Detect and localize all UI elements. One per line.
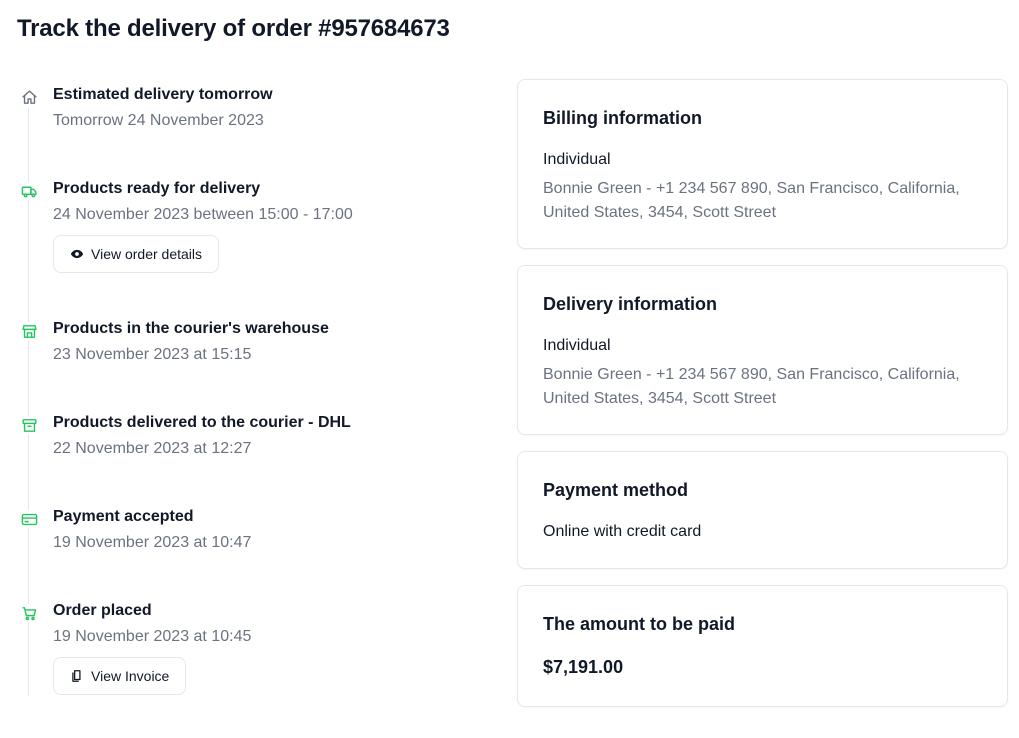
credit-card-icon (20, 510, 38, 528)
view-order-details-label: View order details (91, 246, 203, 262)
delivery-title: Delivery information (543, 294, 718, 314)
billing-details: Bonnie Green - +1 234 567 890, San Franc… (543, 180, 960, 221)
delivery-information-card: Delivery information Individual Bonnie G… (517, 265, 1008, 435)
amount-title: The amount to be paid (543, 614, 735, 634)
archive-box-icon (20, 416, 38, 434)
timeline-item-title: Payment accepted (53, 508, 194, 525)
timeline-item-date: 19 November 2023 at 10:47 (53, 534, 252, 551)
payment-method-card: Payment method Online with credit card (517, 451, 1008, 569)
truck-icon (20, 182, 38, 200)
timeline-item-title: Products delivered to the courier - DHL (53, 414, 351, 431)
timeline-item-title: Products in the courier's warehouse (53, 320, 329, 337)
timeline-item-date: 22 November 2023 at 12:27 (53, 440, 252, 457)
timeline-item-date: 23 November 2023 at 15:15 (53, 346, 252, 363)
timeline-item-date: 19 November 2023 at 10:45 (53, 628, 252, 645)
payment-method-value: Online with credit card (543, 523, 702, 540)
view-invoice-label: View Invoice (91, 668, 170, 684)
view-order-details-button[interactable]: View order details (53, 235, 220, 273)
timeline-item-title: Order placed (53, 602, 152, 619)
store-icon (20, 322, 38, 340)
amount-value: $7,191.00 (543, 657, 624, 677)
timeline-item-date: Tomorrow 24 November 2023 (53, 112, 264, 129)
billing-information-card: Billing information Individual Bonnie Gr… (517, 79, 1008, 249)
order-timeline: Estimated delivery tomorrow Tomorrow 24 … (0, 0, 500, 738)
view-invoice-button[interactable]: View Invoice (53, 657, 187, 695)
billing-title: Billing information (543, 108, 702, 128)
cart-icon (20, 604, 38, 622)
home-icon (20, 88, 38, 106)
payment-method-title: Payment method (543, 480, 689, 500)
delivery-details: Bonnie Green - +1 234 567 890, San Franc… (543, 366, 960, 407)
timeline-item-title: Estimated delivery tomorrow (53, 86, 273, 103)
eye-icon (70, 249, 84, 259)
timeline-item-date: 24 November 2023 between 15:00 - 17:00 (53, 206, 353, 223)
billing-type: Individual (543, 151, 611, 168)
delivery-type: Individual (543, 337, 611, 354)
document-icon (72, 670, 81, 682)
amount-to-be-paid-card: The amount to be paid $7,191.00 (517, 585, 1008, 707)
timeline-item-title: Products ready for delivery (53, 180, 261, 197)
